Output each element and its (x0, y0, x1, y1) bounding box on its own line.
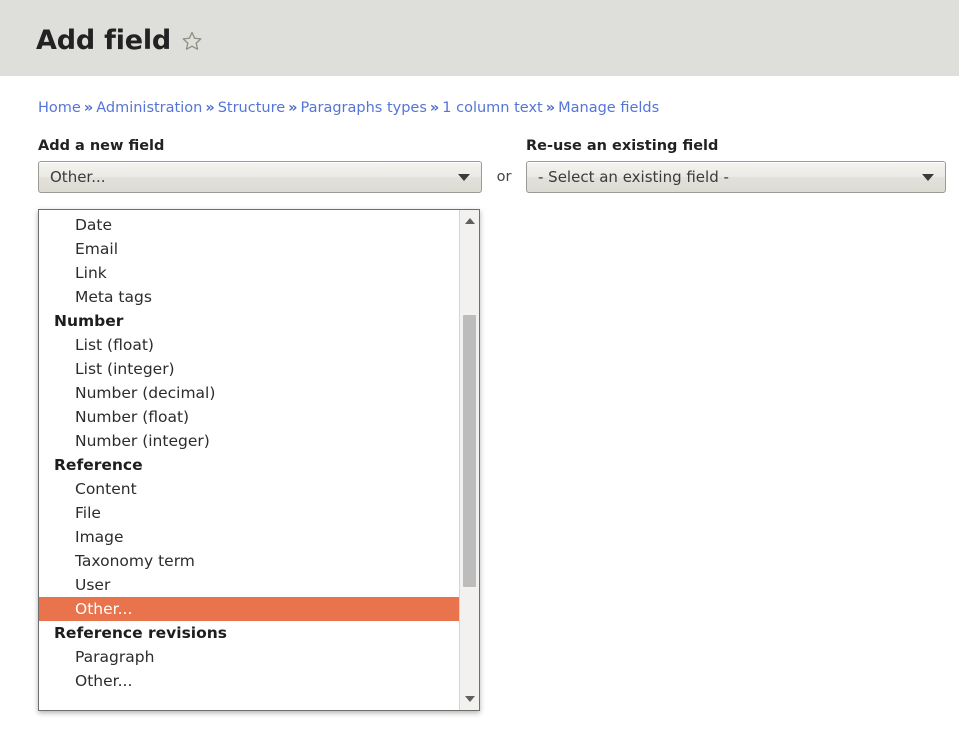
dropdown-scrollbar-track[interactable] (460, 230, 479, 690)
scroll-up-icon[interactable] (460, 212, 479, 230)
dropdown-option[interactable]: Content (39, 477, 459, 501)
scroll-down-icon[interactable] (460, 690, 479, 708)
dropdown-option[interactable]: Number (decimal) (39, 381, 459, 405)
page-header: Add field (0, 0, 959, 76)
breadcrumb-separator: » (545, 100, 556, 116)
add-new-field-column: Add a new field Other... (38, 138, 482, 193)
breadcrumb-item-manage-fields[interactable]: Manage fields (558, 100, 659, 116)
chevron-down-icon[interactable] (447, 173, 481, 181)
breadcrumb-item-paragraphs-types[interactable]: Paragraphs types (301, 100, 427, 116)
dropdown-option[interactable]: Number (float) (39, 405, 459, 429)
dropdown-option-list[interactable]: Date Email Link Meta tags Number List (float)… (39, 210, 459, 710)
dropdown-option[interactable]: Meta tags (39, 285, 459, 309)
breadcrumb-item-1-column-text[interactable]: 1 column text (442, 100, 542, 116)
dropdown-option[interactable]: Other... (39, 669, 459, 693)
reuse-existing-field-column: Re-use an existing field - Select an exi… (526, 138, 946, 193)
dropdown-option[interactable]: Number (integer) (39, 429, 459, 453)
reuse-existing-field-label: Re-use an existing field (526, 138, 719, 154)
dropdown-group-label: Number (54, 312, 124, 330)
new-field-type-value: Other... (50, 168, 106, 186)
dropdown-option[interactable]: Image (39, 525, 459, 549)
dropdown-option[interactable]: File (39, 501, 459, 525)
dropdown-option[interactable]: Other... (39, 597, 459, 621)
add-field-form: Add a new field Other... or Re-use an ex… (0, 138, 959, 193)
dropdown-option[interactable]: Link (39, 261, 459, 285)
breadcrumb-separator: » (288, 100, 298, 116)
page-title: Add field (36, 24, 172, 56)
dropdown-option[interactable]: List (float) (39, 333, 459, 357)
add-new-field-label: Add a new field (38, 138, 165, 154)
dropdown-option[interactable]: User (39, 573, 459, 597)
breadcrumb-item-structure[interactable]: Structure (218, 100, 285, 116)
dropdown-option[interactable]: Date (39, 213, 459, 237)
existing-field-select[interactable]: - Select an existing field - (526, 161, 946, 193)
breadcrumb-item-administration[interactable]: Administration (96, 100, 202, 116)
or-label: or (496, 169, 512, 185)
form-columns: Add a new field Other... or Re-use an ex… (38, 138, 959, 193)
existing-field-value: - Select an existing field - (538, 168, 729, 186)
breadcrumb-separator: » (83, 100, 94, 116)
chevron-down-icon[interactable] (911, 173, 945, 181)
breadcrumb-separator: » (205, 100, 215, 116)
dropdown-option[interactable]: Email (39, 237, 459, 261)
new-field-type-select[interactable]: Other... (38, 161, 482, 193)
dropdown-option[interactable]: Taxonomy term (39, 549, 459, 573)
dropdown-scrollbar-thumb[interactable] (463, 315, 476, 587)
breadcrumb: Home» Administration» Structure» Paragraphs… (0, 76, 959, 116)
dropdown-option[interactable]: List (integer) (39, 357, 459, 381)
breadcrumb-separator: » (429, 100, 440, 116)
dropdown-group-label: Reference revisions (54, 624, 228, 642)
dropdown-scrollbar[interactable] (459, 210, 479, 710)
page-title-wrap: Add field (36, 27, 203, 54)
dropdown-option[interactable]: Paragraph (39, 645, 459, 669)
dropdown-group-label: Reference (54, 456, 143, 474)
field-type-dropdown-popup[interactable]: Date Email Link Meta tags Number List (float)… (38, 209, 480, 711)
star-outline-icon[interactable] (181, 30, 203, 52)
breadcrumb-item-home[interactable]: Home (38, 100, 81, 116)
